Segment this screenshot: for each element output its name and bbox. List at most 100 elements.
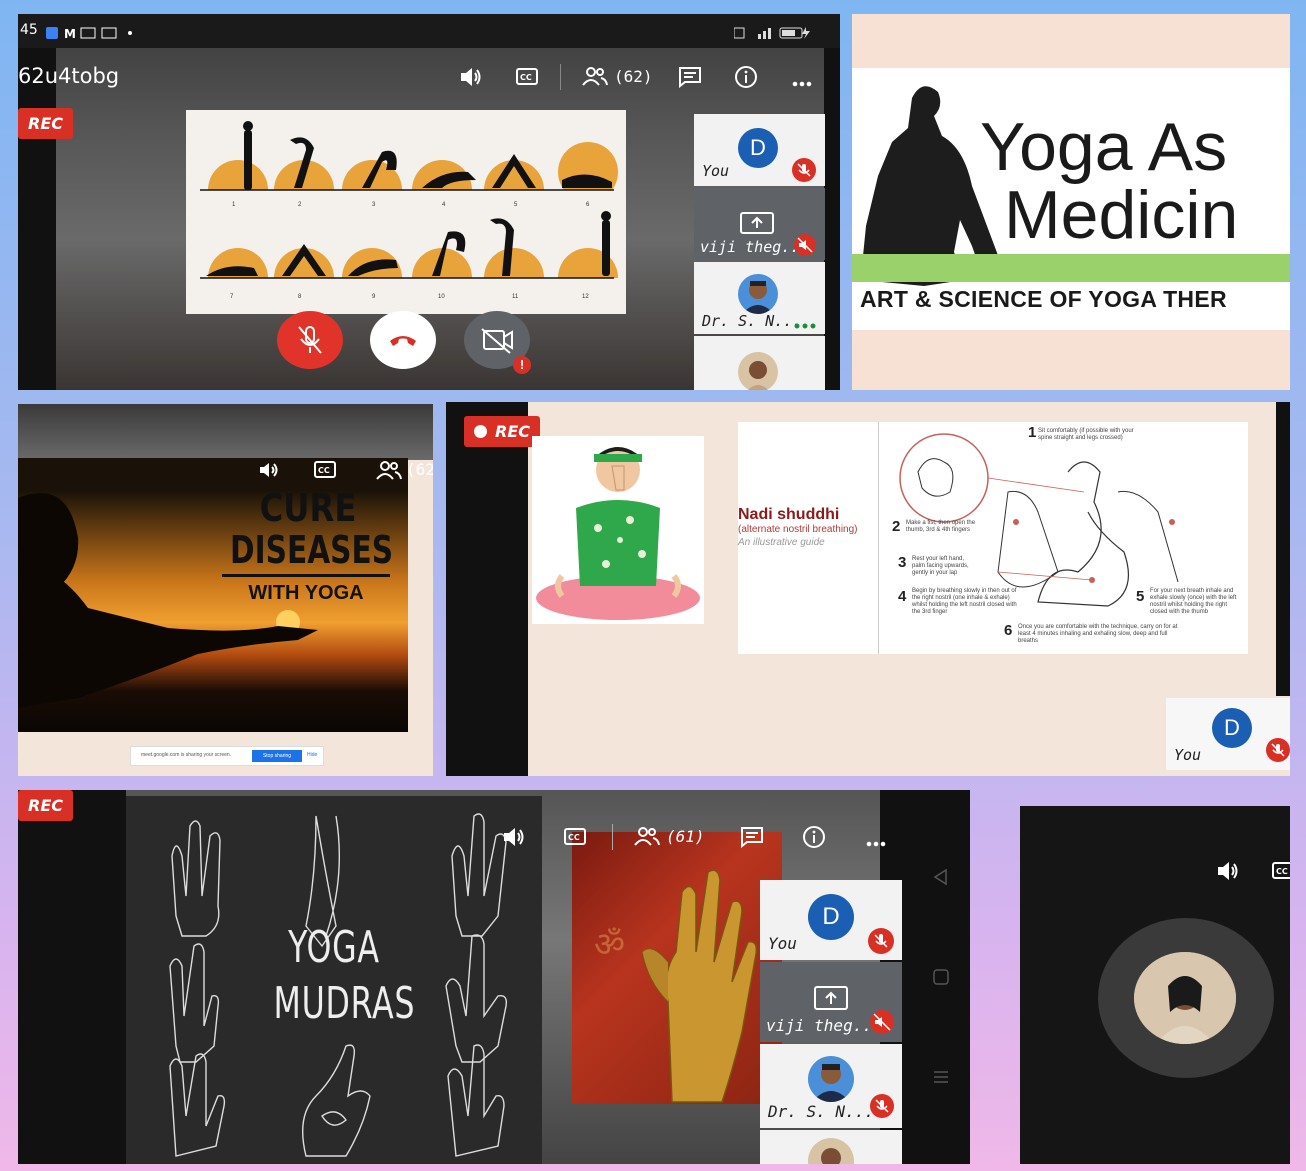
presenting-icon — [814, 986, 848, 1015]
speaker-icon[interactable] — [459, 66, 483, 93]
muted-mic-icon — [792, 158, 816, 182]
home-nav-icon[interactable] — [932, 968, 950, 991]
participant-tile-partial[interactable] — [760, 1130, 902, 1164]
woman-breathing-illustration — [536, 447, 700, 620]
captions-icon[interactable]: CC — [564, 828, 586, 851]
nadi-shuddhi-guide: Nadi shuddhi (alternate nostril breathin… — [738, 422, 1248, 654]
step-text: For your next breath inhale and exhale s… — [1150, 588, 1237, 615]
mudras-chalkboard: YOGA MUDRAS — [126, 796, 542, 1164]
screen-share-bar: meet.google.com is sharing your screen. … — [130, 746, 324, 766]
guide-subheading: (alternate nostril breathing) — [738, 524, 858, 535]
surya-namaskar-slide: 1 2 3 4 5 6 7 8 9 10 11 12 — [186, 110, 626, 314]
participant-name: You — [768, 934, 797, 953]
step-number: 3 — [898, 554, 907, 571]
people-icon[interactable] — [634, 826, 660, 851]
avatar-letter: D — [1224, 715, 1240, 740]
rec-label: REC — [495, 422, 530, 441]
rec-badge: REC — [18, 108, 73, 139]
info-icon[interactable] — [802, 825, 826, 854]
back-nav-icon[interactable] — [932, 868, 950, 891]
captions-icon[interactable]: CC — [516, 68, 538, 91]
step-number: 1 — [1028, 424, 1037, 441]
participant-tile-viji[interactable]: viji theg... — [760, 962, 902, 1042]
participant-tile-dr[interactable]: Dr. S. N... — [694, 262, 825, 334]
avatar: D — [808, 894, 854, 940]
speaker-icon[interactable] — [1216, 860, 1240, 887]
participant-tile-you[interactable]: D You — [1166, 698, 1290, 770]
step-text: Make a fist, then open the thumb, 3rd & … — [906, 520, 976, 533]
breathing-cartoon — [532, 436, 704, 624]
participant-tile-partial[interactable] — [694, 336, 825, 390]
panel-yoga-as-medicine: Yoga As Medicin ART & SCIENCE OF YOGA TH… — [852, 14, 1290, 390]
mudras-title-line1: YOGA — [288, 922, 380, 973]
end-call-button[interactable] — [370, 311, 436, 369]
right-black-bar — [1276, 402, 1290, 696]
slide-title-line2: Medicin — [1004, 177, 1239, 253]
avatar-letter: D — [822, 903, 840, 930]
chat-icon[interactable] — [740, 826, 764, 853]
captions-icon[interactable]: CC — [1272, 862, 1290, 885]
participant-tile-viji[interactable]: viji theg... — [694, 188, 825, 260]
step-number: 2 — [892, 518, 901, 535]
right-black-bar — [824, 14, 840, 390]
rec-badge: REC — [18, 790, 73, 821]
avatar: D — [1212, 708, 1252, 748]
presenting-icon — [740, 212, 774, 239]
participant-name: Dr. S. N... — [768, 1102, 874, 1121]
step-text: Rest your left hand, palm facing upwards… — [912, 556, 969, 576]
end-call-icon — [390, 336, 416, 346]
stop-sharing-button[interactable]: Stop sharing — [252, 750, 302, 762]
participant-count: (62 — [406, 460, 433, 479]
step-number: 6 — [1004, 622, 1013, 639]
participant-tile-you[interactable]: D You — [694, 114, 825, 186]
notification-icons: M — [46, 26, 136, 41]
muted-mic-icon — [794, 234, 816, 256]
participant-count: (61) — [666, 827, 705, 846]
left-black-bar — [18, 790, 126, 1164]
pose-number: 10 — [438, 294, 445, 300]
panel-meet-surya: 45 M 62u4tobg CC (62) REC 1 2 3 4 5 6 7 … — [18, 14, 840, 390]
speaker-icon[interactable] — [502, 826, 526, 853]
hide-button[interactable]: Hide — [307, 752, 317, 758]
people-icon[interactable] — [582, 66, 608, 91]
with-yoga-text: WITH YOGA — [248, 582, 364, 604]
collage: { "panel1": { "status_time": "45", "meet… — [0, 0, 1306, 1171]
speaking-indicator-icon — [794, 316, 816, 334]
recents-nav-icon[interactable] — [932, 1068, 950, 1091]
participant-avatar — [1134, 952, 1236, 1044]
more-options-icon[interactable] — [792, 74, 812, 92]
captions-icon[interactable]: CC — [314, 461, 336, 484]
participant-name: viji theg... — [700, 238, 809, 256]
chat-icon[interactable] — [678, 66, 702, 93]
participant-count: (62) — [614, 67, 653, 86]
top-bar — [18, 404, 433, 460]
more-options-icon[interactable] — [866, 834, 886, 852]
avatar — [738, 274, 778, 314]
rec-label: REC — [28, 796, 63, 815]
svg-text:M: M — [64, 27, 76, 39]
speaker-icon[interactable] — [258, 460, 280, 485]
rec-label: REC — [28, 114, 63, 133]
step-text: Once you are comfortable with the techni… — [1018, 624, 1178, 644]
guide-divider — [878, 422, 879, 654]
status-bar: 45 M — [18, 14, 840, 48]
rec-dot-icon — [474, 425, 487, 438]
info-icon[interactable] — [734, 65, 758, 94]
slide-title-line1: Yoga As — [980, 109, 1228, 185]
people-icon[interactable] — [376, 460, 402, 485]
guide-subtitle: An illustrative guide — [738, 537, 825, 548]
avatar — [808, 1056, 854, 1102]
participant-tile-dr[interactable]: Dr. S. N... — [760, 1044, 902, 1128]
toolbar-divider — [560, 64, 561, 90]
guide-heading: Nadi shuddhi — [738, 506, 840, 523]
signal-battery-icons — [733, 26, 814, 40]
participant-name: You — [702, 162, 730, 180]
share-message: meet.google.com is sharing your screen. — [141, 752, 232, 758]
cure-text: CURE — [259, 486, 357, 530]
pose-number: 11 — [512, 294, 519, 300]
avatar-letter: D — [750, 135, 766, 160]
muted-mic-icon — [868, 928, 894, 954]
mic-off-button[interactable] — [277, 311, 343, 369]
svg-text:CC: CC — [1276, 867, 1288, 876]
participant-tile-you[interactable]: D You — [760, 880, 902, 960]
